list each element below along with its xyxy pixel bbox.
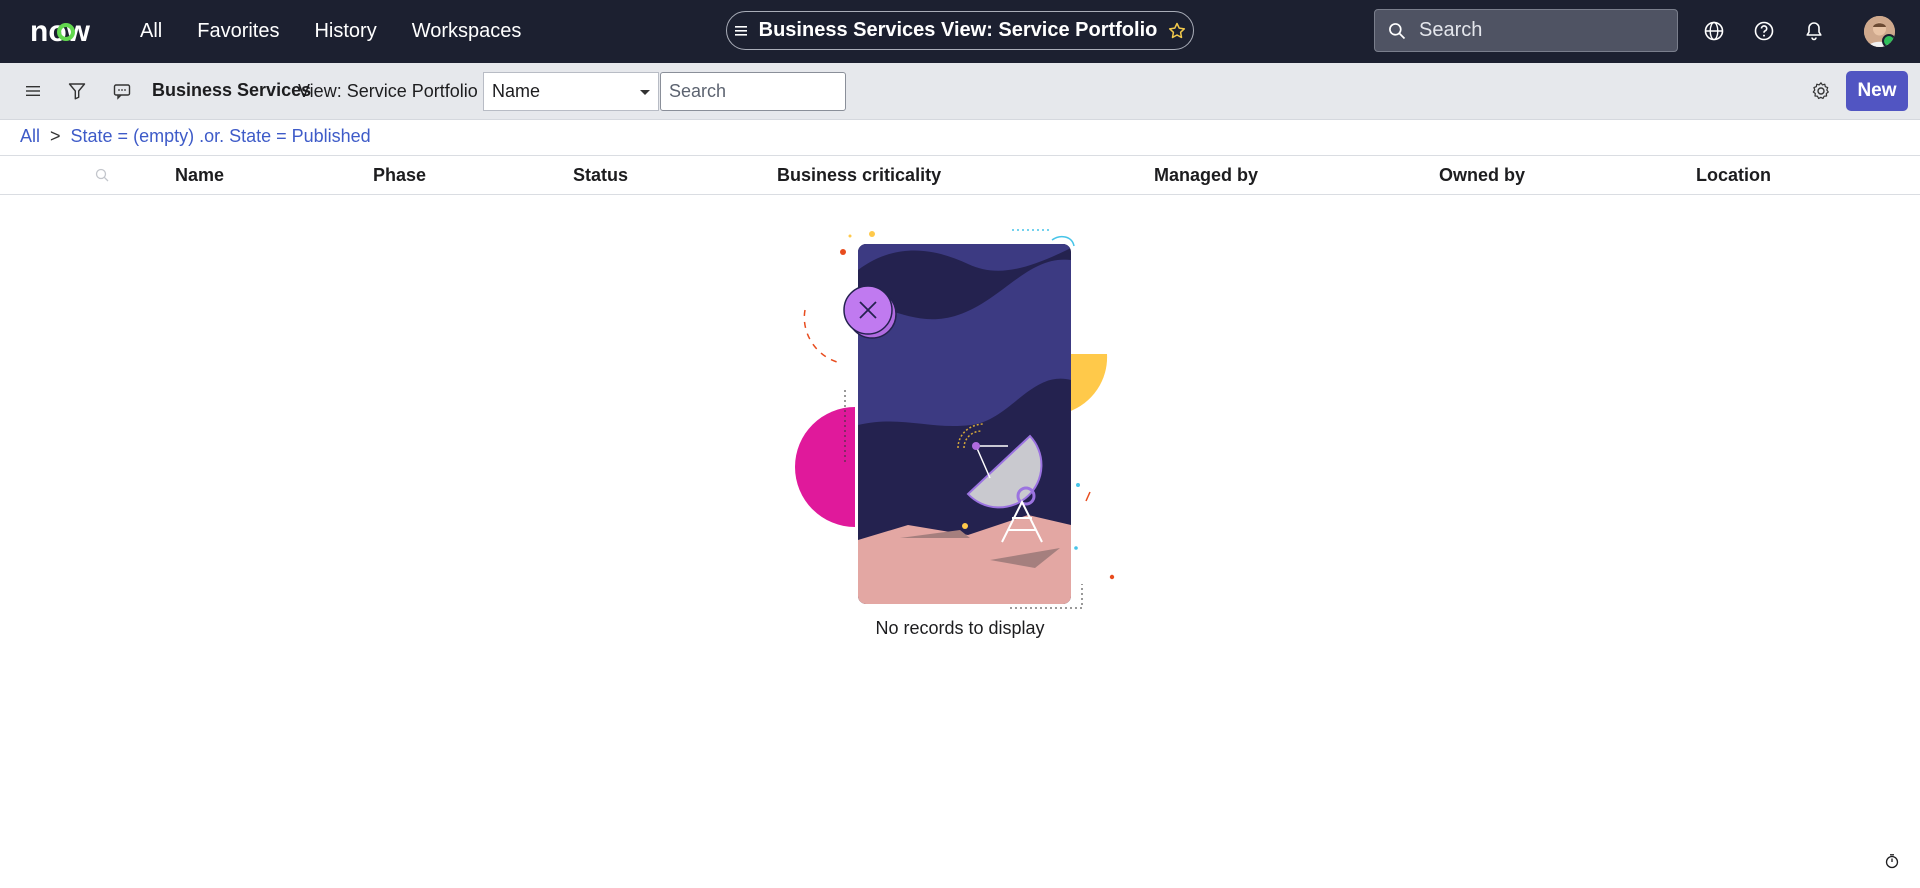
list-title[interactable]: Business Services xyxy=(152,80,311,101)
empty-state-message: No records to display xyxy=(875,618,1045,638)
nav-favorites[interactable]: Favorites xyxy=(197,20,279,43)
gear-icon[interactable] xyxy=(1810,80,1832,102)
global-search-input[interactable] xyxy=(1417,18,1661,43)
list-icon xyxy=(734,25,747,36)
new-button[interactable]: New xyxy=(1846,71,1908,111)
page-title-pill[interactable]: Business Services View: Service Portfoli… xyxy=(726,11,1194,50)
table-header-row: Name Phase Status Business criticality M… xyxy=(0,155,1920,195)
search-icon xyxy=(1389,22,1406,39)
filter-icon[interactable] xyxy=(66,80,88,102)
top-nav: All Favorites History Workspaces xyxy=(140,0,521,63)
user-avatar[interactable] xyxy=(1864,16,1895,47)
nav-all[interactable]: All xyxy=(140,20,162,43)
top-navigation-bar: now All Favorites History Workspaces Bus… xyxy=(0,0,1920,63)
search-field-selected: Name xyxy=(492,81,541,101)
column-header-location[interactable]: Location xyxy=(1696,165,1771,186)
nav-history[interactable]: History xyxy=(314,20,376,43)
timer-icon[interactable] xyxy=(1884,853,1900,869)
favorite-star-icon[interactable] xyxy=(1167,21,1187,41)
column-header-name[interactable]: Name xyxy=(175,165,224,186)
breadcrumb: All > State = (empty) .or. State = Publish… xyxy=(20,126,371,147)
activity-stream-icon[interactable] xyxy=(111,80,133,102)
breadcrumb-filter[interactable]: State = (empty) .or. State = Published xyxy=(71,126,371,146)
notifications-bell-icon[interactable] xyxy=(1802,19,1826,43)
breadcrumb-separator: > xyxy=(50,126,61,146)
nav-workspaces[interactable]: Workspaces xyxy=(412,20,522,43)
column-header-business-criticality[interactable]: Business criticality xyxy=(777,165,941,186)
global-search[interactable] xyxy=(1374,9,1678,52)
list-toolbar: Business Services View: Service Portfoli… xyxy=(0,63,1920,120)
breadcrumb-all[interactable]: All xyxy=(20,126,40,146)
hamburger-menu-icon[interactable] xyxy=(22,80,44,102)
servicenow-logo[interactable]: now xyxy=(28,12,104,48)
column-header-owned-by[interactable]: Owned by xyxy=(1439,165,1525,186)
online-status-dot xyxy=(1882,34,1895,47)
list-view-label[interactable]: View: Service Portfolio xyxy=(298,81,478,102)
column-header-phase[interactable]: Phase xyxy=(373,165,426,186)
column-header-managed-by[interactable]: Managed by xyxy=(1154,165,1258,186)
search-field-select[interactable]: Name xyxy=(483,72,659,111)
column-search-icon[interactable] xyxy=(94,167,110,183)
empty-state-illustration xyxy=(795,229,1115,609)
chevron-down-icon xyxy=(640,90,650,95)
help-icon[interactable] xyxy=(1752,19,1776,43)
column-header-status[interactable]: Status xyxy=(573,165,628,186)
list-search-input[interactable] xyxy=(660,72,846,111)
globe-icon[interactable] xyxy=(1702,19,1726,43)
page-title: Business Services View: Service Portfoli… xyxy=(758,19,1158,41)
